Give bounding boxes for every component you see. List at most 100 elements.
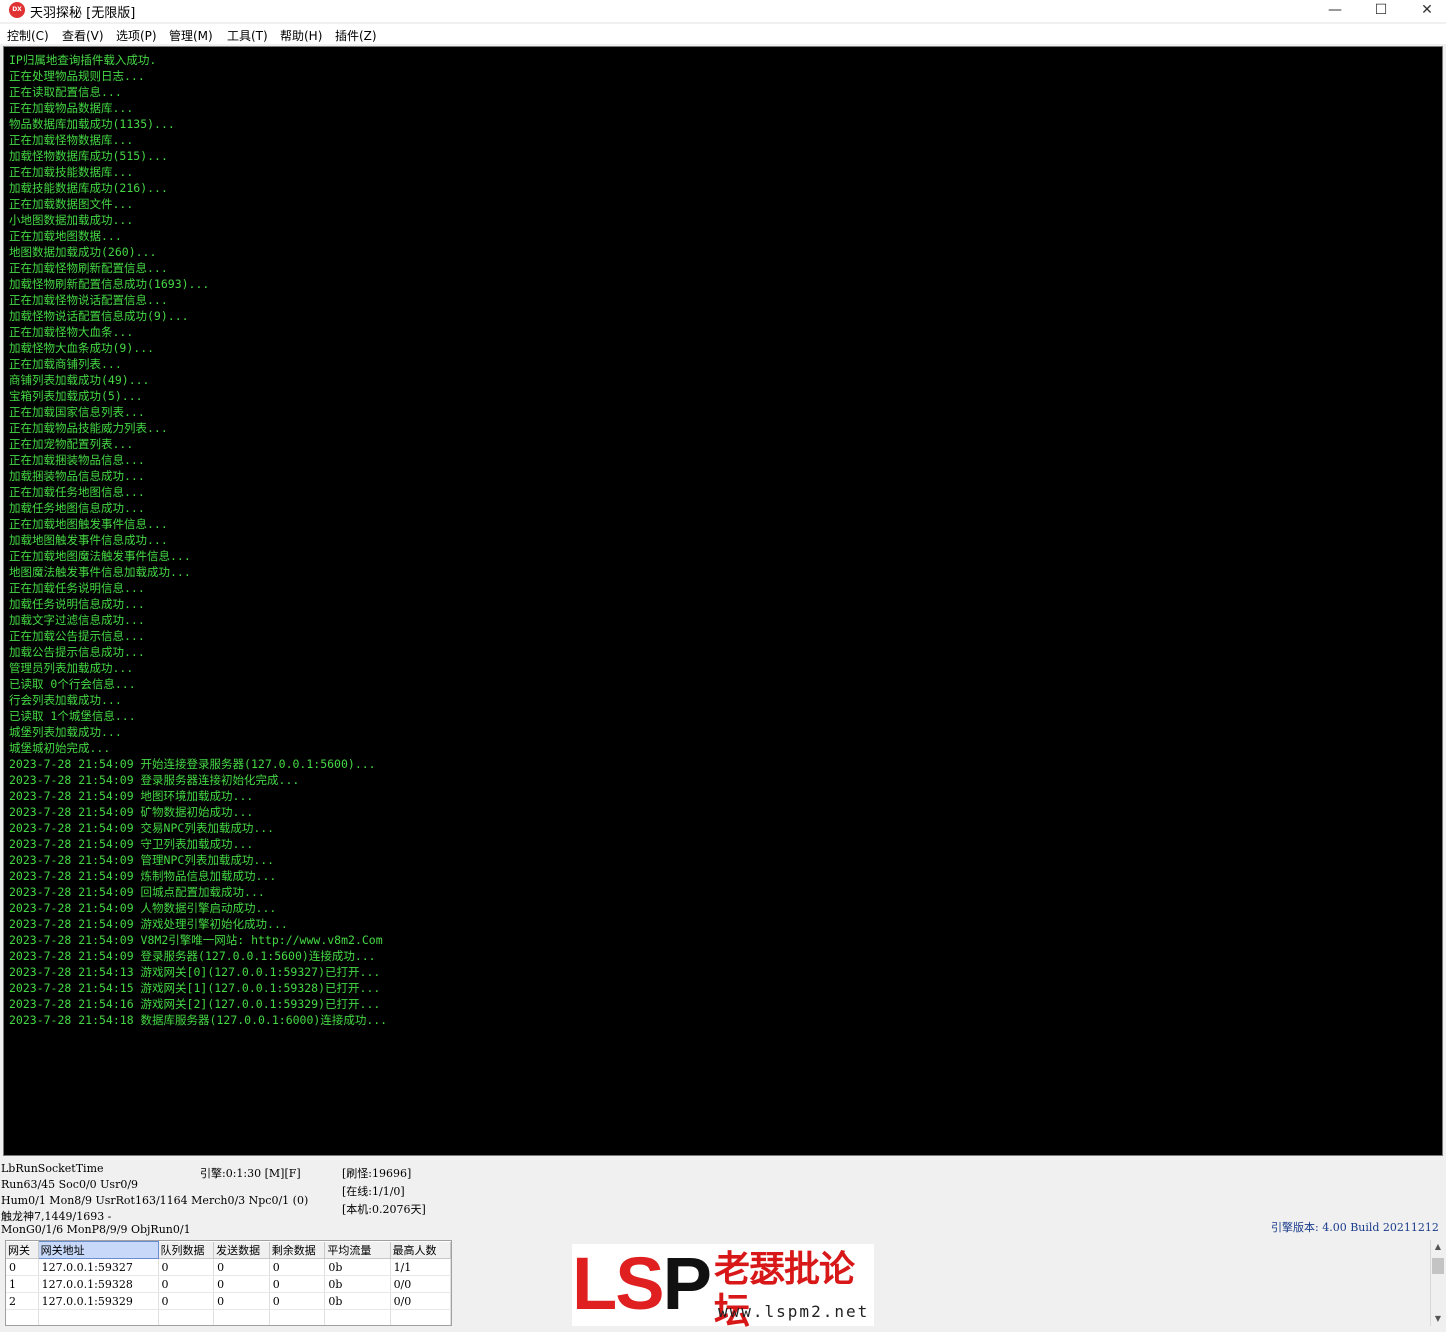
table-cell: 127.0.0.1:59329 xyxy=(38,1292,159,1310)
log-line: 2023-7-28 21:54:09 回城点配置加载成功... xyxy=(9,885,265,899)
table-cell: 0b xyxy=(324,1292,391,1310)
table-cell: 0 xyxy=(269,1258,326,1276)
log-line: 2023-7-28 21:54:15 游戏网关[1](127.0.0.1:593… xyxy=(9,981,381,995)
log-line: 正在加载地图触发事件信息... xyxy=(9,517,168,531)
table-row[interactable]: 0 127.0.0.1:59327 0 0 0 0b 1/1 xyxy=(6,1258,451,1276)
menu-tools[interactable]: 工具(T) xyxy=(227,27,268,44)
scroll-down-arrow-icon[interactable]: ▼ xyxy=(1431,1312,1445,1326)
log-line: 加载怪物大血条成功(9)... xyxy=(9,341,155,355)
engine-runtime: 引擎:0:1:30 [M][F] xyxy=(200,1167,301,1180)
table-cell: 0 xyxy=(269,1292,326,1310)
monster-stats: 触龙神7,1449/1693 - xyxy=(1,1210,112,1223)
table-cell: 0/0 xyxy=(390,1275,451,1293)
minimize-button[interactable]: — xyxy=(1312,0,1358,22)
log-line: 正在加载怪物大血条... xyxy=(9,325,134,339)
log-line: 正在加载地图魔法触发事件信息... xyxy=(9,549,191,563)
log-line: 加载怪物数据库成功(515)... xyxy=(9,149,168,163)
table-cell: 0 xyxy=(158,1258,215,1276)
table-cell xyxy=(390,1309,451,1325)
log-line: 正在加载国家信息列表... xyxy=(9,405,145,419)
log-line: 2023-7-28 21:54:09 管理NPC列表加载成功... xyxy=(9,853,275,867)
table-cell xyxy=(6,1309,39,1325)
log-line: 2023-7-28 21:54:09 人物数据引擎启动成功... xyxy=(9,901,277,915)
table-cell: 1/1 xyxy=(390,1258,451,1276)
log-line: 正在处理物品规则日志... xyxy=(9,69,145,83)
logo-lsp-text: LSP xyxy=(572,1242,712,1325)
column-header[interactable]: 最高人数 xyxy=(390,1241,451,1259)
log-line: 正在加载怪物刷新配置信息... xyxy=(9,261,168,275)
column-header[interactable]: 队列数据 xyxy=(158,1241,215,1259)
mongen-stats: MonG0/1/6 MonP8/9/9 ObjRun0/1 xyxy=(1,1223,191,1236)
menu-plugins[interactable]: 插件(Z) xyxy=(335,27,377,44)
menu-control[interactable]: 控制(C) xyxy=(7,27,49,44)
log-lines: IP归属地查询插件载入成功. 正在处理物品规则日志... 正在读取配置信息... 正在… xyxy=(9,52,387,1028)
log-line: 正在加载数据图文件... xyxy=(9,197,134,211)
column-header[interactable]: 发送数据 xyxy=(213,1241,270,1259)
table-cell: 2 xyxy=(6,1292,39,1310)
status-panel: LbRunSocketTime Run63/45 Soc0/0 Usr0/9 H… xyxy=(0,1160,1446,1238)
scroll-up-arrow-icon[interactable]: ▲ xyxy=(1431,1240,1445,1254)
table-cell: 127.0.0.1:59328 xyxy=(38,1275,159,1293)
log-line: 正在加载怪物说话配置信息... xyxy=(9,293,168,307)
log-line: 2023-7-28 21:54:09 开始连接登录服务器(127.0.0.1:5… xyxy=(9,757,376,771)
log-line: 城堡城初始完成... xyxy=(9,741,111,755)
menu-manage[interactable]: 管理(M) xyxy=(169,27,213,44)
log-line: 加载怪物说话配置信息成功(9)... xyxy=(9,309,189,323)
engine-version: 引擎版本: 4.00 Build 20211212 xyxy=(1271,1221,1439,1234)
column-header[interactable]: 剩余数据 xyxy=(269,1241,326,1259)
menu-options[interactable]: 选项(P) xyxy=(116,27,157,44)
log-line: 2023-7-28 21:54:09 V8M2引擎唯一网站: http://ww… xyxy=(9,933,383,947)
title-bar: DX 天羽探秘 [无限版] — ☐ ✕ xyxy=(0,0,1446,22)
scroll-thumb[interactable] xyxy=(1432,1258,1444,1274)
table-cell xyxy=(269,1309,326,1325)
table-cell xyxy=(38,1309,159,1325)
log-line: 2023-7-28 21:54:09 登录服务器连接初始化完成... xyxy=(9,773,300,787)
hum-stats: Hum0/1 Mon8/9 UsrRot163/1164 Merch0/3 Np… xyxy=(1,1194,309,1207)
table-cell: 0b xyxy=(324,1275,391,1293)
menu-view[interactable]: 查看(V) xyxy=(62,27,104,44)
log-line: 正在加载怪物数据库... xyxy=(9,133,134,147)
log-line: 2023-7-28 21:54:09 矿物数据初始成功... xyxy=(9,805,254,819)
logo-url: www.lspm2.net xyxy=(718,1302,870,1321)
table-cell: 0 xyxy=(269,1275,326,1293)
refresh-count: [刷怪:19696] xyxy=(342,1167,412,1180)
log-line: 加载技能数据库成功(216)... xyxy=(9,181,168,195)
log-line: 正在加载物品数据库... xyxy=(9,101,134,115)
table-row[interactable]: 2 127.0.0.1:59329 0 0 0 0b 0/0 xyxy=(6,1292,451,1310)
close-button[interactable]: ✕ xyxy=(1404,0,1446,22)
column-header[interactable]: 网关 xyxy=(6,1241,39,1259)
log-line: 2023-7-28 21:54:18 数据库服务器(127.0.0.1:6000… xyxy=(9,1013,388,1027)
table-row[interactable]: 1 127.0.0.1:59328 0 0 0 0b 0/0 xyxy=(6,1275,451,1293)
log-line: 物品数据库加载成功(1135)... xyxy=(9,117,175,131)
log-line: 已读取 1个城堡信息... xyxy=(9,709,136,723)
menu-bar: 控制(C) 查看(V) 选项(P) 管理(M) 工具(T) 帮助(H) 插件(Z… xyxy=(0,24,1446,44)
gateway-table[interactable]: 网关 网关地址 队列数据 发送数据 剩余数据 平均流量 最高人数 0 127.0.… xyxy=(5,1240,452,1326)
log-line: 加载任务地图信息成功... xyxy=(9,501,145,515)
table-cell: 0b xyxy=(324,1258,391,1276)
local-uptime: [本机:0.2076天] xyxy=(342,1203,426,1216)
log-console[interactable]: IP归属地查询插件载入成功. 正在处理物品规则日志... 正在读取配置信息... 正在… xyxy=(3,46,1443,1156)
log-line: IP归属地查询插件载入成功. xyxy=(9,53,157,67)
column-header[interactable]: 网关地址 xyxy=(37,1241,159,1259)
menu-help[interactable]: 帮助(H) xyxy=(280,27,322,44)
column-header[interactable]: 平均流量 xyxy=(324,1241,391,1259)
table-scrollbar[interactable]: ▲ ▼ xyxy=(1430,1240,1445,1326)
log-line: 地图数据加载成功(260)... xyxy=(9,245,157,259)
table-cell xyxy=(213,1309,270,1325)
log-line: 正在加载地图数据... xyxy=(9,229,122,243)
table-cell: 1 xyxy=(6,1275,39,1293)
log-line: 2023-7-28 21:54:09 地图环境加载成功... xyxy=(9,789,254,803)
table-cell: 0 xyxy=(213,1258,270,1276)
log-line: 加载任务说明信息成功... xyxy=(9,597,145,611)
table-row-empty xyxy=(6,1309,451,1325)
log-line: 2023-7-28 21:54:09 守卫列表加载成功... xyxy=(9,837,254,851)
maximize-button[interactable]: ☐ xyxy=(1358,0,1404,22)
log-line: 加载文字过滤信息成功... xyxy=(9,613,145,627)
log-line: 城堡列表加载成功... xyxy=(9,725,122,739)
log-line: 正在加载公告提示信息... xyxy=(9,629,145,643)
log-line: 正在加宠物配置列表... xyxy=(9,437,134,451)
window-title: 天羽探秘 [无限版] xyxy=(30,6,136,21)
log-line: 正在加载物品技能威力列表... xyxy=(9,421,168,435)
table-cell xyxy=(158,1309,215,1325)
forum-watermark-logo: LSP 老瑟批论坛 www.lspm2.net xyxy=(572,1242,874,1332)
